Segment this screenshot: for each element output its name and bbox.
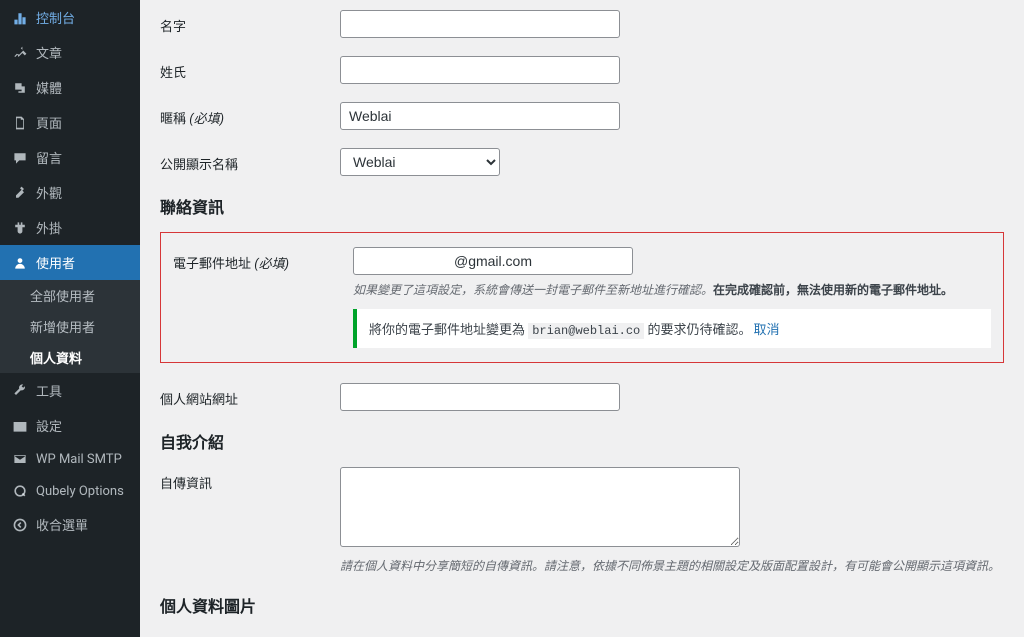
section-picture-heading: 個人資料圖片 [160,593,1004,617]
cancel-email-change-link[interactable]: 取消 [754,319,780,338]
bio-label: 自傳資訊 [160,467,340,492]
qubely-icon [10,483,30,499]
first-name-input[interactable] [340,10,620,38]
menu-label: WP Mail SMTP [36,452,122,467]
menu-item-media[interactable]: 媒體 [0,70,140,105]
submenu-item[interactable]: 新增使用者 [0,311,140,342]
menu-label: 頁面 [36,113,62,132]
display-name-select[interactable]: Weblai [340,148,500,176]
submenu-item[interactable]: 個人資料 [0,342,140,373]
last-name-input[interactable] [340,56,620,84]
menu-item-comment[interactable]: 留言 [0,140,140,175]
menu-label: Qubely Options [36,484,124,499]
collapse-icon [10,517,30,533]
menu-label: 工具 [36,381,62,400]
tool-icon [10,383,30,399]
menu-label: 留言 [36,148,62,167]
menu-item-user[interactable]: 使用者 [0,245,140,280]
display-name-label: 公開顯示名稱 [160,148,340,173]
menu-item-plugin[interactable]: 外掛 [0,210,140,245]
settings-icon [10,418,30,434]
menu-label: 控制台 [36,8,75,27]
user-icon [10,255,30,271]
menu-item-collapse[interactable]: 收合選單 [0,507,140,542]
menu-item-appearance[interactable]: 外觀 [0,175,140,210]
dashboard-icon [10,10,30,26]
menu-label: 媒體 [36,78,62,97]
pending-email-code: brian@weblai.co [528,323,644,339]
first-name-label: 名字 [160,10,340,35]
section-contact-heading: 聯絡資訊 [160,194,1004,218]
menu-item-pin[interactable]: 文章 [0,35,140,70]
nickname-input[interactable] [340,102,620,130]
admin-sidebar: 控制台文章媒體頁面留言外觀外掛使用者全部使用者新增使用者個人資料工具設定 WP M… [0,0,140,637]
bio-description: 請在個人資料中分享簡短的自傳資訊。請注意，依據不同佈景主題的相關設定及版面配置設… [340,557,1004,575]
comment-icon [10,150,30,166]
page-icon [10,115,30,131]
menu-item-page[interactable]: 頁面 [0,105,140,140]
appearance-icon [10,185,30,201]
submenu-item[interactable]: 全部使用者 [0,280,140,311]
menu-label: 收合選單 [36,515,88,534]
email-input[interactable] [353,247,633,275]
menu-item-dashboard[interactable]: 控制台 [0,0,140,35]
menu-item-mail[interactable]: WP Mail SMTP [0,443,140,475]
menu-label: 外掛 [36,218,62,237]
menu-label: 外觀 [36,183,62,202]
email-highlight-box: 電子郵件地址 (必填) 如果變更了這項設定，系統會傳送一封電子郵件至新地址進行確… [160,232,1004,363]
website-input[interactable] [340,383,620,411]
menu-item-tool[interactable]: 工具 [0,373,140,408]
plugin-icon [10,220,30,236]
bio-textarea[interactable] [340,467,740,547]
last-name-label: 姓氏 [160,56,340,81]
email-description: 如果變更了這項設定，系統會傳送一封電子郵件至新地址進行確認。在完成確認前，無法使… [353,281,991,299]
submenu-users: 全部使用者新增使用者個人資料 [0,280,140,373]
menu-label: 使用者 [36,253,75,272]
menu-item-qubely[interactable]: Qubely Options [0,475,140,507]
media-icon [10,80,30,96]
mail-icon [10,451,30,467]
menu-label: 文章 [36,43,62,62]
email-pending-notice: 將你的電子郵件地址變更為 brian@weblai.co 的要求仍待確認。 取消 [353,309,991,348]
menu-item-settings[interactable]: 設定 [0,408,140,443]
profile-form: 名字 姓氏 暱稱 (必填) 公開顯示名稱 Weblai [140,0,1024,637]
pin-icon [10,45,30,61]
section-about-heading: 自我介紹 [160,429,1004,453]
nickname-label: 暱稱 (必填) [160,102,340,127]
website-label: 個人網站網址 [160,383,340,408]
email-label: 電子郵件地址 (必填) [173,247,353,272]
menu-label: 設定 [36,416,62,435]
